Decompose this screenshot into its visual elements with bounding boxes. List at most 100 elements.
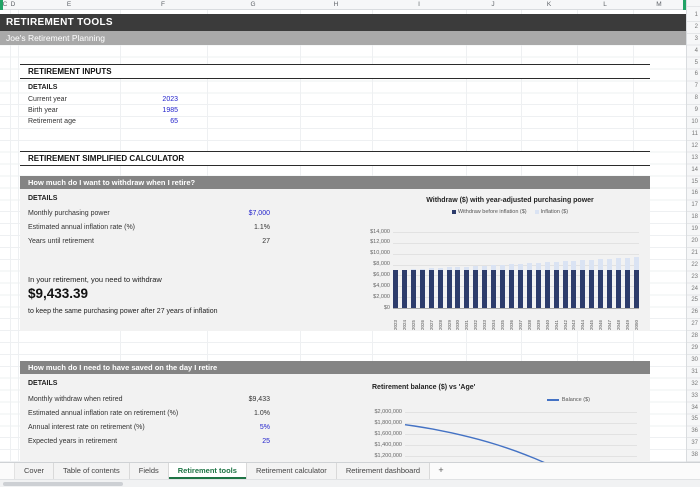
row-number-8[interactable]: 8 [688,93,698,105]
row-number-35[interactable]: 35 [688,414,698,426]
detail-label: Current year [28,96,162,103]
stacked-bar-2028 [438,268,443,308]
row-number-7[interactable]: 7 [688,81,698,93]
detail-value-cell[interactable]: 1.1% [254,224,270,231]
row-number-29[interactable]: 29 [688,343,698,355]
detail-row: Current year2023 [28,94,178,105]
row-number-18[interactable]: 18 [688,212,698,224]
row-number-24[interactable]: 24 [688,284,698,296]
detail-value-cell[interactable]: $7,000 [249,210,270,217]
detail-value-cell[interactable]: 65 [170,118,178,125]
row-number-19[interactable]: 19 [688,224,698,236]
row-number-13[interactable]: 13 [688,153,698,165]
column-header-m[interactable]: M [656,0,661,10]
row-number-38[interactable]: 38 [688,450,698,462]
column-header-j[interactable]: J [491,0,494,10]
sheet-tab-fields[interactable]: Fields [130,463,169,479]
column-header-g[interactable]: G [250,0,255,10]
bar-segment-base [545,270,550,308]
detail-label: Expected years in retirement [28,438,262,445]
row-number-34[interactable]: 34 [688,403,698,415]
x-tick-label: 2028 [438,310,443,330]
row-number-28[interactable]: 28 [688,331,698,343]
selection-accent-right [683,0,686,10]
stacked-bar-2044 [580,260,585,308]
column-header-i[interactable]: I [418,0,420,10]
row-number-36[interactable]: 36 [688,426,698,438]
row-number-6[interactable]: 6 [688,69,698,81]
legend-line-icon [547,399,559,401]
row-number-20[interactable]: 20 [688,236,698,248]
y-tick-label: $12,000 [370,239,390,245]
detail-value-cell[interactable]: 1985 [162,107,178,114]
stacked-bar-2023 [393,270,398,308]
detail-value-cell[interactable]: 27 [262,238,270,245]
row-number-5[interactable]: 5 [688,58,698,70]
column-header-d[interactable]: D [11,0,16,10]
bar-segment-base [598,270,603,308]
x-tick-label: 2038 [527,310,532,330]
column-header-e[interactable]: E [67,0,71,10]
row-number-21[interactable]: 21 [688,248,698,260]
detail-value-cell[interactable]: 1.0% [254,410,270,417]
row-number-22[interactable]: 22 [688,260,698,272]
row-number-23[interactable]: 23 [688,272,698,284]
detail-value-cell[interactable]: 2023 [162,96,178,103]
row-number-14[interactable]: 14 [688,165,698,177]
bar-segment-base [393,270,398,308]
column-header-f[interactable]: F [161,0,165,10]
chart-legend: Balance ($) [547,397,590,403]
column-header-l[interactable]: L [603,0,607,10]
row-number-33[interactable]: 33 [688,391,698,403]
detail-value-cell[interactable]: 5% [260,424,270,431]
row-number-26[interactable]: 26 [688,307,698,319]
row-number-2[interactable]: 2 [688,22,698,34]
x-tick-label: 2031 [464,310,469,330]
row-number-9[interactable]: 9 [688,105,698,117]
add-sheet-button[interactable]: + [430,463,452,479]
row-number-27[interactable]: 27 [688,319,698,331]
section-header-retirement-inputs: RETIREMENT INPUTS [20,64,650,79]
withdraw-bar-chart: Withdraw ($) with year-adjusted purchasi… [370,197,650,329]
row-number-10[interactable]: 10 [688,117,698,129]
row-number-12[interactable]: 12 [688,141,698,153]
column-header-k[interactable]: K [547,0,551,10]
legend-item: Inflation ($) [535,209,569,215]
bar-segment-base [402,270,407,308]
horizontal-scrollbar-thumb[interactable] [3,482,123,486]
row-number-30[interactable]: 30 [688,355,698,367]
detail-row: Annual interest rate on retirement (%)5% [28,420,270,434]
bar-segment-base [554,270,559,308]
legend-swatch-icon [535,210,539,214]
row-number-17[interactable]: 17 [688,200,698,212]
row-number-32[interactable]: 32 [688,379,698,391]
tab-bar-spacer [0,463,15,479]
column-header-c[interactable]: C [3,0,8,10]
sheet-tab-table-of-contents[interactable]: Table of contents [54,463,130,479]
row-number-15[interactable]: 15 [688,177,698,189]
row-number-1[interactable]: 1 [688,10,698,22]
row-number-37[interactable]: 37 [688,438,698,450]
y-tick-label: $6,000 [370,272,390,278]
bar-segment-base [447,270,452,308]
x-tick-label: 2039 [536,310,541,330]
sheet-tab-retirement-tools[interactable]: Retirement tools [169,463,247,479]
x-tick-label: 2044 [580,310,585,330]
row-number-31[interactable]: 31 [688,367,698,379]
sheet-tab-retirement-calculator[interactable]: Retirement calculator [247,463,337,479]
row-number-3[interactable]: 3 [688,34,698,46]
detail-value-cell[interactable]: $9,433 [249,396,270,403]
bar-segment-base [420,270,425,308]
sheet-tab-retirement-dashboard[interactable]: Retirement dashboard [337,463,430,479]
x-tick-label: 2046 [598,310,603,330]
result-value: $9,433.39 [28,286,88,301]
detail-value-cell[interactable]: 25 [262,438,270,445]
column-header-h[interactable]: H [334,0,339,10]
stacked-bar-2026 [420,269,425,308]
row-number-25[interactable]: 25 [688,295,698,307]
row-number-11[interactable]: 11 [688,129,698,141]
row-number-4[interactable]: 4 [688,46,698,58]
sheet-tab-cover[interactable]: Cover [15,463,54,479]
row-number-16[interactable]: 16 [688,188,698,200]
stacked-bar-2050 [634,257,639,308]
